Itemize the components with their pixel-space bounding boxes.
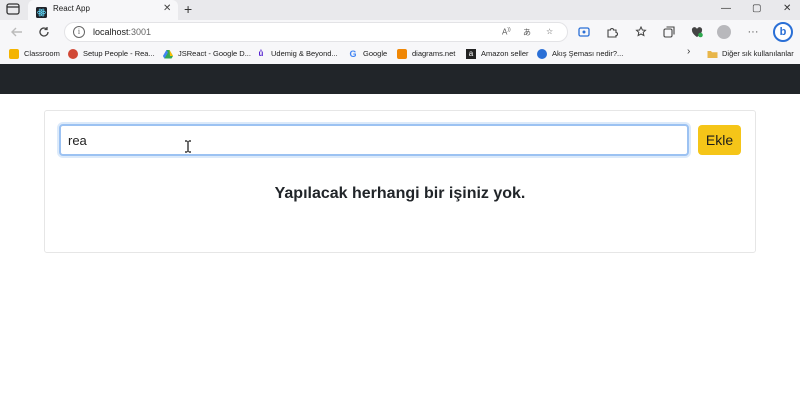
bookmark-classroom[interactable]: Classroom: [9, 47, 60, 60]
minimize-icon[interactable]: —: [721, 3, 731, 15]
collections-icon[interactable]: [662, 25, 676, 39]
tab-title: React App: [53, 4, 90, 13]
todo-input[interactable]: [59, 124, 689, 156]
diagrams-icon: [397, 48, 407, 59]
new-tab-button[interactable]: +: [184, 1, 192, 17]
translate-icon[interactable]: あ: [523, 27, 531, 38]
window-close-icon[interactable]: ✕: [783, 3, 791, 15]
bookmark-udemy[interactable]: ů Udemig & Beyond...: [256, 47, 338, 60]
back-arrow-icon[interactable]: [10, 25, 24, 39]
screen-cast-icon[interactable]: [577, 25, 591, 39]
bookmark-other-favorites[interactable]: Diğer sık kullanılanlar: [707, 47, 794, 60]
maximize-icon[interactable]: ▢: [752, 3, 761, 15]
bookmark-google[interactable]: G Google: [348, 47, 387, 60]
favorite-star-icon[interactable]: ☆: [546, 27, 553, 36]
text-cursor-icon: [184, 140, 192, 153]
address-url: localhost:3001: [93, 27, 152, 37]
extensions-icon[interactable]: [605, 25, 619, 39]
edge-icon: [537, 48, 547, 59]
people-icon: [68, 48, 78, 59]
more-options-icon[interactable]: ···: [746, 25, 760, 39]
bookmark-diagrams[interactable]: diagrams.net: [397, 47, 455, 60]
amazon-icon: a: [466, 48, 476, 59]
favorites-icon[interactable]: [634, 25, 648, 39]
bookmark-akis-semasi[interactable]: Akış Şeması nedir?...: [537, 47, 623, 60]
tab-actions-icon[interactable]: [6, 3, 22, 17]
bookmark-amazon[interactable]: a Amazon seller: [466, 47, 529, 60]
profile-avatar[interactable]: [717, 25, 731, 39]
bookmark-setup-people[interactable]: Setup People - Rea...: [68, 47, 155, 60]
app-navbar: [0, 64, 800, 94]
bing-copilot-icon[interactable]: b: [773, 22, 793, 42]
google-icon: G: [349, 48, 357, 59]
bookmarks-overflow-chevron-icon[interactable]: ›: [687, 46, 690, 57]
react-favicon-icon: [36, 5, 47, 18]
empty-state-message: Yapılacak herhangi bir işiniz yok.: [274, 185, 526, 202]
browser-tab-active[interactable]: React App ✕: [28, 0, 178, 20]
address-bar[interactable]: i localhost:3001 A)) あ ☆: [64, 22, 568, 42]
add-button[interactable]: Ekle: [698, 125, 741, 155]
reload-icon[interactable]: [37, 25, 51, 39]
classroom-icon: [9, 48, 19, 59]
browser-essentials-icon[interactable]: [690, 25, 704, 39]
tab-close-icon[interactable]: ✕: [163, 3, 171, 15]
folder-icon: [707, 49, 718, 59]
site-info-icon[interactable]: i: [73, 26, 85, 38]
bookmark-jsreact[interactable]: JSReact - Google D...: [163, 47, 251, 60]
udemy-icon: ů: [258, 48, 264, 58]
read-aloud-icon[interactable]: A)): [502, 27, 511, 37]
google-drive-icon: [163, 49, 173, 59]
